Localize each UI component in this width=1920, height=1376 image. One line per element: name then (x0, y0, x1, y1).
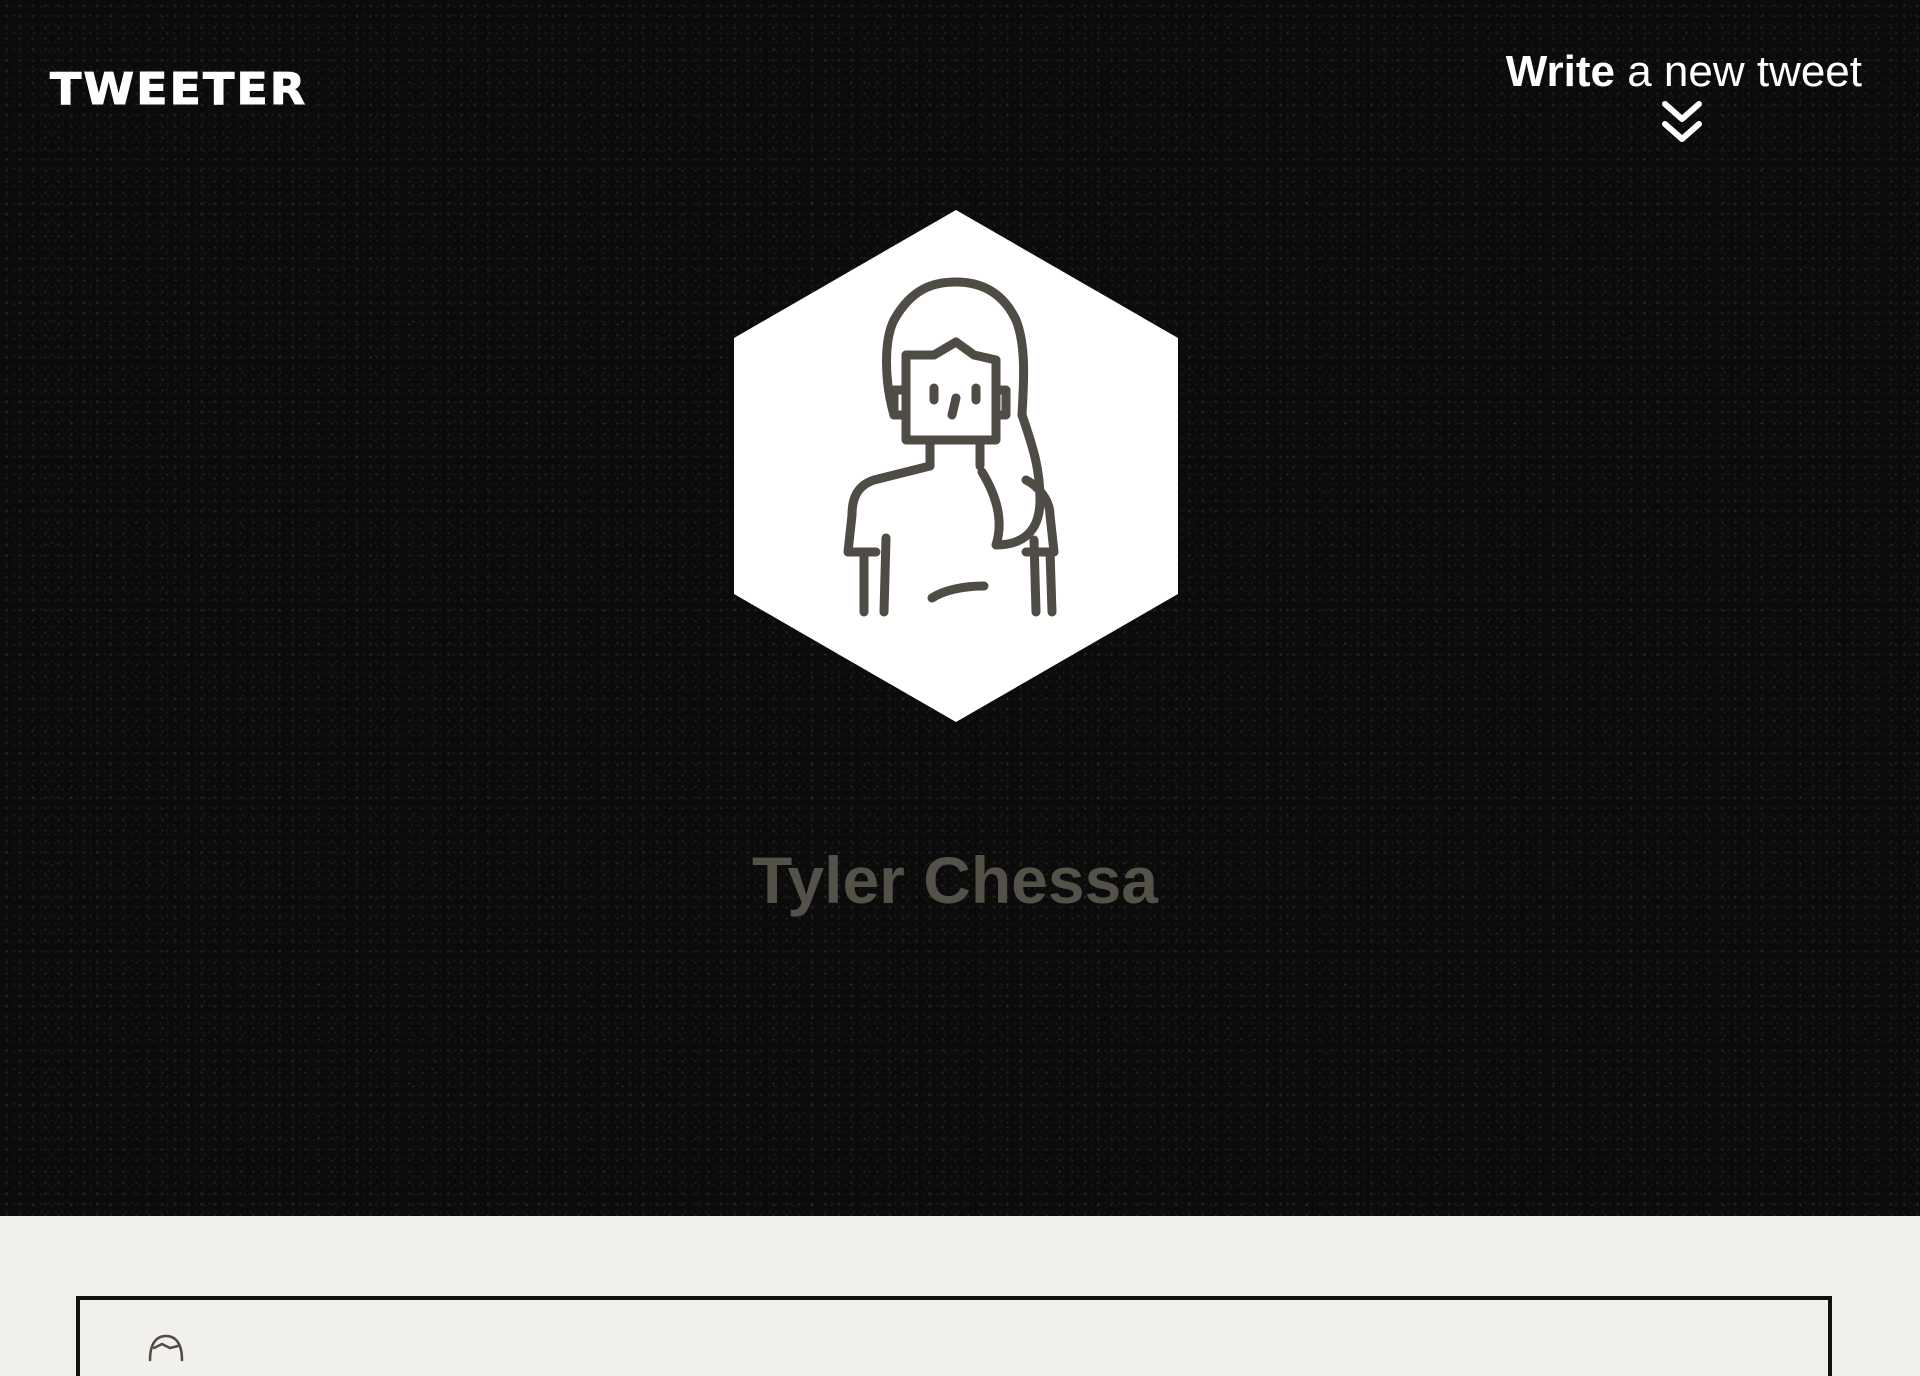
nose (947, 393, 961, 420)
avatar-hexagon (734, 210, 1178, 722)
write-tweet-toggle[interactable]: Write a new tweet (1502, 46, 1862, 146)
profile-hero: TWEETER Write a new tweet Tyler Chessa (0, 0, 1920, 1216)
brand-logo[interactable]: TWEETER (49, 67, 307, 112)
write-tweet-label-strong: Write (1505, 47, 1615, 96)
double-chevron-down-icon (1662, 101, 1702, 142)
write-tweet-label: Write a new tweet (1502, 46, 1862, 98)
write-tweet-label-rest: a new tweet (1614, 47, 1862, 96)
profile-avatar (734, 210, 1178, 722)
profile-name: Tyler Chessa (752, 843, 1158, 917)
tweet-feed (0, 1216, 1920, 1376)
tweet-card (76, 1296, 1832, 1376)
woman-avatar-icon (734, 210, 1178, 722)
avatar-icon (148, 1334, 184, 1362)
